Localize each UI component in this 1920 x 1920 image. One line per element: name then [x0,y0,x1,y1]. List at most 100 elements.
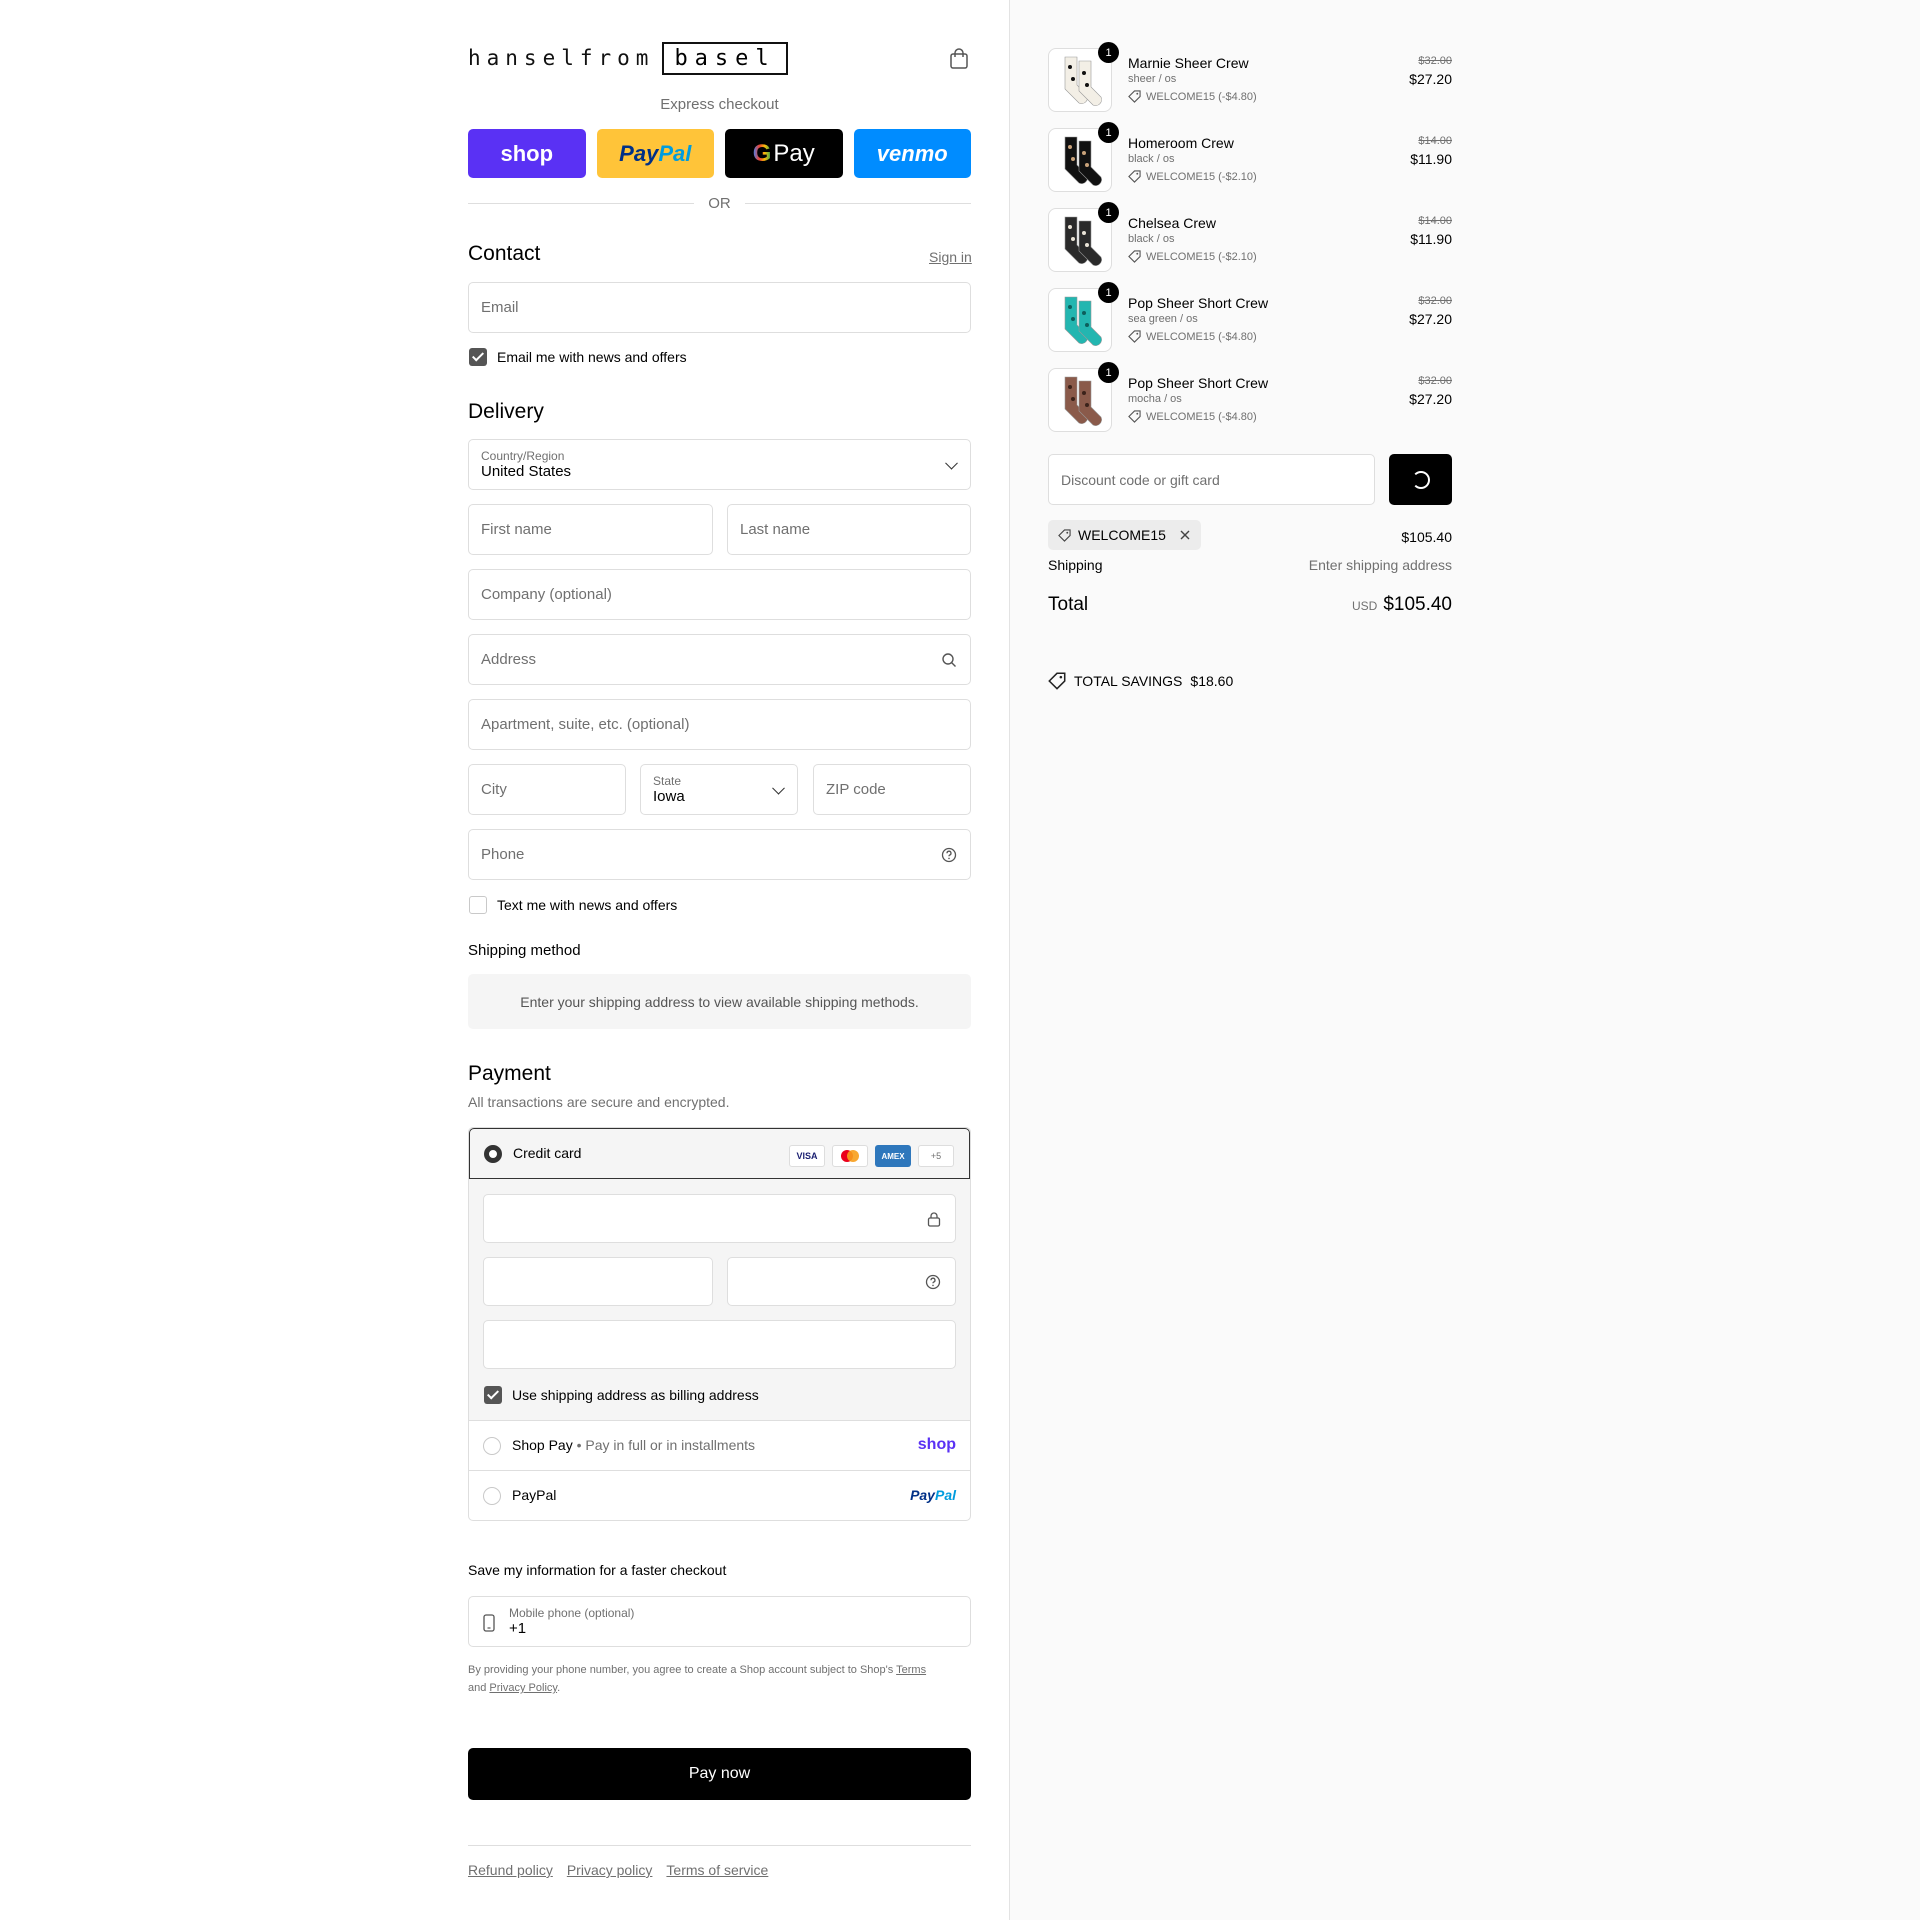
shipping-method-note: Enter your shipping address to view avai… [468,974,971,1029]
address-field[interactable]: Address [468,634,971,685]
shop-pay-button[interactable]: shop [468,129,586,178]
item-variant: sea green / os [1128,313,1198,325]
item-discount: WELCOME15 (-$2.10) [1128,250,1257,263]
city-placeholder: City [481,781,507,798]
help-icon[interactable] [925,1274,941,1290]
google-pay-button[interactable]: G Pay [725,129,843,178]
tag-icon [1128,90,1141,103]
state-select[interactable]: State Iowa [640,764,798,815]
item-original-price: $14.00 [1418,215,1452,227]
news-checkbox[interactable] [469,348,487,366]
credit-card-option[interactable]: Credit card VISA AMEX +5 [469,1128,970,1179]
chevron-down-icon [945,456,958,470]
item-name: Marnie Sheer Crew [1128,55,1249,71]
item-name: Chelsea Crew [1128,215,1216,231]
total-label: Total [1048,594,1089,615]
shop-pay-name: Shop Pay [512,1437,573,1453]
credit-card-radio[interactable] [484,1145,502,1163]
footer-links: Refund policy Privacy policy Terms of se… [468,1862,768,1878]
payment-options: Credit card VISA AMEX +5 Use shipping ad… [468,1127,971,1521]
mobile-phone-value: +1 [509,1620,527,1637]
shop-pay-radio[interactable] [483,1437,501,1455]
chevron-down-icon [772,781,785,795]
item-variant: black / os [1128,233,1175,245]
zip-placeholder: ZIP code [826,781,886,798]
item-discount-text: WELCOME15 (-$2.10) [1146,170,1257,183]
sign-in-link[interactable]: Sign in [929,249,972,265]
amex-icon: AMEX [875,1145,911,1167]
text-offers-checkbox[interactable] [469,896,487,914]
last-name-field[interactable]: Last name [727,504,971,555]
cart-item: 1 Homeroom Crew black / os WELCOME15 (-$… [1048,122,1452,198]
paypal-option[interactable]: PayPal PayPal [469,1471,970,1520]
apply-discount-button[interactable] [1389,454,1452,505]
quantity-badge: 1 [1098,362,1119,383]
pay-now-button[interactable]: Pay now [468,1748,971,1800]
contact-title: Contact [468,242,541,265]
logo-text-part2: basel [662,41,788,75]
item-discount: WELCOME15 (-$2.10) [1128,170,1257,183]
visa-icon: VISA [789,1145,825,1167]
paypal-button[interactable]: PayPal [596,129,714,178]
terms-link[interactable]: Terms [896,1664,926,1676]
phone-field[interactable]: Phone [468,829,971,880]
quantity-badge: 1 [1098,42,1119,63]
zip-field[interactable]: ZIP code [813,764,971,815]
name-on-card-field[interactable] [483,1320,956,1369]
discount-code-field[interactable]: Discount code or gift card [1048,454,1375,505]
country-select[interactable]: Country/Region United States [468,439,971,490]
quantity-badge: 1 [1098,202,1119,223]
item-discount: WELCOME15 (-$4.80) [1128,90,1257,103]
paypal-radio[interactable] [483,1487,501,1505]
card-number-field[interactable] [483,1194,956,1243]
item-price: $27.20 [1409,71,1452,87]
paypal-logo: PayPal [910,1487,956,1503]
refund-policy-link[interactable]: Refund policy [468,1862,553,1878]
privacy-policy-link[interactable]: Privacy policy [567,1862,653,1878]
legal-and: and [468,1682,487,1694]
email-field[interactable]: Email [468,282,971,333]
item-discount-text: WELCOME15 (-$4.80) [1146,90,1257,103]
mobile-phone-icon [483,1614,495,1632]
last-name-placeholder: Last name [740,521,811,538]
currency-code: USD [1351,599,1378,613]
news-label: Email me with news and offers [497,349,687,365]
store-logo[interactable]: hanselfrom basel [468,38,788,78]
item-price: $27.20 [1409,391,1452,407]
shop-pay-option[interactable]: Shop Pay • Pay in full or in installment… [469,1421,970,1471]
billing-same-checkbox[interactable] [484,1386,502,1404]
cart-item: 1 Marnie Sheer Crew sheer / os WELCOME15… [1048,42,1452,118]
country-label: Country/Region [481,449,565,463]
item-discount: WELCOME15 (-$4.80) [1128,410,1257,423]
shop-pay-subtitle: Pay in full or in installments [585,1437,756,1453]
savings-value: $18.60 [1190,673,1234,689]
item-original-price: $32.00 [1418,55,1452,67]
tag-icon [1128,250,1141,263]
terms-of-service-link[interactable]: Terms of service [666,1862,768,1878]
mobile-phone-field[interactable]: Mobile phone (optional) +1 [468,1596,971,1647]
expiry-field[interactable] [483,1257,713,1306]
item-discount-text: WELCOME15 (-$4.80) [1146,330,1257,343]
total-value: $105.40 [1383,594,1452,615]
venmo-button[interactable]: venmo [853,129,971,178]
state-value: Iowa [653,788,685,805]
quantity-badge: 1 [1098,122,1119,143]
mastercard-icon [832,1145,868,1167]
security-code-field[interactable] [727,1257,956,1306]
item-discount-text: WELCOME15 (-$4.80) [1146,410,1257,423]
shopping-bag-icon[interactable] [948,48,970,70]
privacy-link[interactable]: Privacy Policy [489,1682,557,1694]
item-price: $27.20 [1409,311,1452,327]
subtotal-value: $105.40 [1401,529,1452,545]
help-icon[interactable] [941,847,957,863]
tag-icon [1128,170,1141,183]
first-name-field[interactable]: First name [468,504,713,555]
mobile-phone-label: Mobile phone (optional) [509,1606,635,1620]
shop-pay-label: shop [500,140,554,166]
item-original-price: $32.00 [1418,295,1452,307]
email-placeholder: Email [481,299,519,316]
company-field[interactable]: Company (optional) [468,569,971,620]
apartment-field[interactable]: Apartment, suite, etc. (optional) [468,699,971,750]
city-field[interactable]: City [468,764,626,815]
item-original-price: $14.00 [1418,135,1452,147]
